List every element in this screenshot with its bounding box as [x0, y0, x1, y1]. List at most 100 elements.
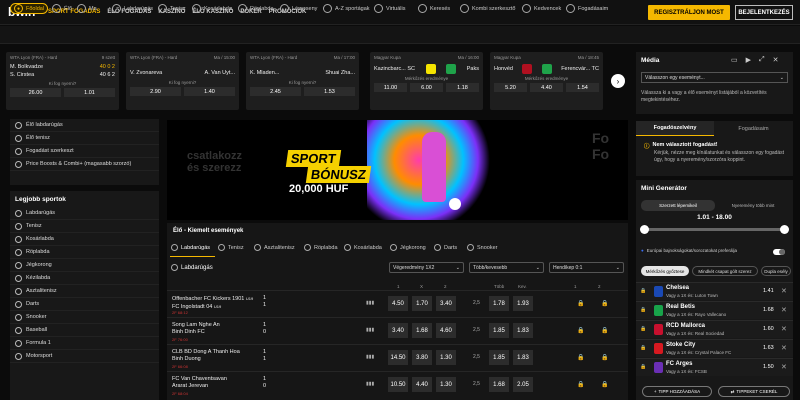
market-select-1x2[interactable]: Végeredmény 1X2 ⌄ — [389, 262, 464, 273]
sidebar-item-volleyball[interactable]: Röplabda — [10, 246, 159, 259]
odd-button[interactable]: 4.50 — [388, 296, 408, 311]
next-arrow-icon[interactable]: › — [611, 74, 625, 88]
odd-button[interactable]: 1.54 — [566, 83, 599, 92]
tab-football[interactable]: Labdarúgás — [171, 244, 210, 251]
odd-button[interactable]: 26.00 — [10, 88, 61, 97]
sidebar-item-motorsport[interactable]: Motorsport — [10, 350, 159, 363]
odd-button[interactable]: 4.60 — [436, 323, 456, 338]
add-tip-button[interactable]: + TIPP HOZZÁADÁSA — [642, 386, 712, 397]
sport-virtual[interactable]: Virtuális — [374, 4, 405, 13]
tab-table-tennis[interactable]: Asztalitenisz — [254, 244, 295, 251]
market-select-handicap[interactable]: Hendikep 0:1 ⌄ — [549, 262, 624, 273]
odd-button[interactable]: 1.78 — [489, 296, 509, 311]
tab-snooker[interactable]: Snooker — [467, 244, 498, 251]
table-row[interactable]: Offenbacher FC Kickers 1901 U19 FC Ingols… — [167, 290, 628, 317]
remove-icon[interactable]: ✕ — [781, 363, 787, 371]
stats-icon[interactable]: ▮▮▮ — [366, 381, 374, 387]
sidebar-item-baseball[interactable]: Baseball — [10, 324, 159, 337]
odd-button[interactable]: 4.40 — [530, 83, 563, 92]
tab-my-bets[interactable]: Fogadásaim — [714, 121, 793, 136]
sport-football[interactable]: Labdarúgás — [112, 4, 153, 13]
odd-button[interactable]: 1.30 — [436, 350, 456, 365]
sidebar-item-table-tennis[interactable]: Asztalitenisz — [10, 285, 159, 298]
lock-icon[interactable]: 🔒 — [640, 326, 646, 332]
sport-favourites[interactable]: Kedvencek — [522, 4, 561, 13]
match-card[interactable]: Magyar Kupa Ma / 16:00 Kazincbarc... SC P… — [370, 52, 483, 110]
odd-button[interactable]: 2.45 — [250, 87, 301, 96]
sidebar-item-basketball[interactable]: Kosárlabda — [10, 233, 159, 246]
table-row[interactable]: Song Lam Nghe An Binh Dinh FC 10 2F 76:00… — [167, 317, 628, 344]
pref-toggle[interactable] — [773, 249, 785, 255]
odd-button[interactable]: 1.53 — [304, 87, 355, 96]
odd-button[interactable]: 11.00 — [374, 83, 407, 92]
quick-link[interactable]: Élő labdarúgás — [10, 119, 159, 132]
sport-combi-builder[interactable]: Kombi szerkesztő — [460, 4, 515, 13]
odd-button[interactable]: 1.01 — [64, 88, 115, 97]
match-card[interactable]: Magyar Kupa Ma / 18:45 Honvéd Ferencvár..… — [490, 52, 603, 110]
play-icon[interactable]: ▶ — [746, 56, 751, 64]
table-row[interactable]: FC Van Chaventsavan Ararat Jerevan 10 2F … — [167, 371, 628, 398]
tv-icon[interactable]: ▭ — [731, 56, 738, 64]
slider-handle-max[interactable] — [780, 225, 789, 234]
tab-basketball[interactable]: Kosárlabda — [344, 244, 382, 251]
odd-button[interactable]: 2.05 — [513, 377, 533, 392]
generator-pick[interactable]: 🔒 Stoke City Vagy a 1X és: Crystal Palac… — [636, 339, 793, 357]
quick-link[interactable]: Élő tenisz — [10, 132, 159, 145]
shuffle-tips-button[interactable]: ⇄ TIPPEKET CSERÉL — [718, 386, 790, 397]
close-icon[interactable]: ✕ — [773, 56, 779, 64]
odd-button[interactable]: 6.00 — [410, 83, 443, 92]
tab-darts[interactable]: Darts — [434, 244, 457, 251]
sport-basketball[interactable]: Kosárlabda — [192, 4, 232, 13]
stats-icon[interactable]: ▮▮▮ — [366, 300, 374, 306]
table-row[interactable]: CLB BD Dong A Thanh Hoa Binh Duong 11 2F … — [167, 344, 628, 371]
sidebar-item-ice-hockey[interactable]: Jégkorong — [10, 259, 159, 272]
sport-home[interactable]: ● Főoldal — [10, 3, 49, 14]
match-card[interactable]: WTA Lyon (FRA) - Hard 9 szett M. Bolkvadz… — [6, 52, 119, 110]
quick-link[interactable]: Price Boosts & Combi+ (magasabb szorzó) — [10, 158, 159, 171]
lock-icon[interactable]: 🔒 — [640, 345, 646, 351]
odd-button[interactable]: 1.68 — [489, 377, 509, 392]
register-button[interactable]: REGISZTRÁLJON MOST — [648, 5, 730, 20]
generator-pick[interactable]: 🔒 RCD Mallorca Vagy a 1X és: Real Socied… — [636, 320, 793, 338]
lock-icon[interactable]: 🔒 — [640, 288, 646, 294]
expand-icon[interactable]: ⤢ — [759, 56, 765, 64]
sport-search[interactable]: Keresés — [418, 4, 450, 13]
login-button[interactable]: BEJELENTKEZÉS — [735, 5, 793, 20]
odd-button[interactable]: 5.20 — [494, 83, 527, 92]
lock-icon[interactable]: 🔒 — [640, 307, 646, 313]
odd-button[interactable]: 4.40 — [412, 377, 432, 392]
remove-icon[interactable]: ✕ — [781, 344, 787, 352]
match-card[interactable]: WTA Lyon (FRA) - Hard Ma / 17:00 K. Mlade… — [246, 52, 359, 110]
range-slider[interactable] — [644, 228, 785, 231]
quick-link[interactable]: Fogadást szerkeszt — [10, 145, 159, 158]
odd-button[interactable]: 14.50 — [388, 350, 408, 365]
odd-button[interactable]: 3.80 — [412, 350, 432, 365]
market-select-over-under[interactable]: Több/kevesebb ⌄ — [469, 262, 544, 273]
stats-icon[interactable]: ▮▮▮ — [366, 327, 374, 333]
sport-tennis[interactable]: Tenisz — [158, 4, 186, 13]
chip-match-winner[interactable]: Mérkőzés győztese — [641, 266, 689, 276]
generator-tab-1[interactable]: Szerzett lépemikeil — [641, 200, 715, 211]
tab-volleyball[interactable]: Röplabda — [304, 244, 338, 251]
tab-tennis[interactable]: Tenisz — [218, 244, 244, 251]
odd-button[interactable]: 10.50 — [388, 377, 408, 392]
media-event-select[interactable]: Válasszon egy eseményt... ⌄ — [641, 72, 788, 83]
sidebar-item-snooker[interactable]: Snooker — [10, 311, 159, 324]
generator-pick[interactable]: 🔒 Chelsea Vagy a 1X és: Luton Town 1.41 … — [636, 282, 793, 300]
odd-button[interactable]: 3.40 — [436, 296, 456, 311]
sport-a-z[interactable]: A-Z sportágak — [323, 4, 370, 13]
sidebar-item-darts[interactable]: Darts — [10, 298, 159, 311]
odd-button[interactable]: 1.30 — [436, 377, 456, 392]
odd-button[interactable]: 1.70 — [412, 296, 432, 311]
slider-handle-min[interactable] — [640, 225, 649, 234]
odd-button[interactable]: 2.90 — [130, 87, 181, 96]
remove-icon[interactable]: ✕ — [781, 306, 787, 314]
chip-btts[interactable]: Mindkét csapat gólt szerez — [692, 266, 758, 276]
odd-button[interactable]: 1.85 — [489, 323, 509, 338]
stats-icon[interactable]: ▮▮▮ — [366, 354, 374, 360]
sport-horse-racing[interactable]: Lóverseny — [280, 4, 317, 13]
chip-double-chance[interactable]: Dupla esély — [761, 266, 791, 276]
sport-today[interactable]: Ma — [77, 4, 97, 13]
odd-button[interactable]: 1.18 — [446, 83, 479, 92]
match-card[interactable]: WTA Lyon (FRA) - Hard Ma / 15:00 V. Zvona… — [126, 52, 239, 110]
